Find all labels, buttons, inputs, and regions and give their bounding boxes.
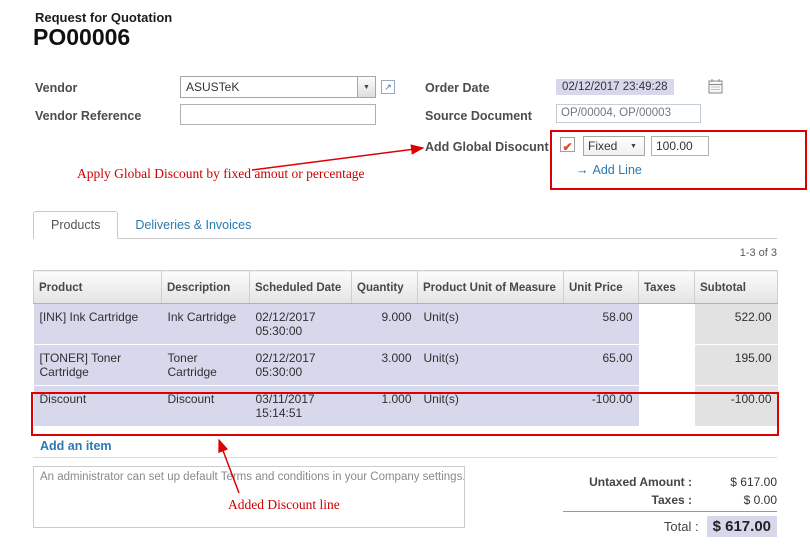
pager: 1-3 of 3 xyxy=(740,247,777,259)
discount-amount-input[interactable]: 100.00 xyxy=(651,136,709,156)
add-item-row: Add an item xyxy=(33,437,777,458)
add-line-label: Add Line xyxy=(593,163,642,177)
vendor-value: ASUSTeK xyxy=(181,77,357,97)
taxes-label: Taxes : xyxy=(560,493,692,507)
table-row[interactable]: [INK] Ink Cartridge Ink Cartridge 02/12/… xyxy=(34,304,778,345)
col-scheduled-date[interactable]: Scheduled Date xyxy=(250,271,352,304)
table-row[interactable]: [TONER] Toner Cartridge Toner Cartridge … xyxy=(34,345,778,386)
cell-description[interactable]: Ink Cartridge xyxy=(162,304,250,345)
source-document-label: Source Document xyxy=(425,109,532,123)
global-discount-label: Add Global Disocunt xyxy=(425,140,549,154)
cell-subtotal[interactable]: 522.00 xyxy=(695,304,778,345)
col-uom[interactable]: Product Unit of Measure xyxy=(418,271,564,304)
cell-taxes[interactable] xyxy=(639,304,695,345)
untaxed-amount-row: Untaxed Amount : $ 617.00 xyxy=(560,475,777,489)
add-an-item-link[interactable]: Add an item xyxy=(40,439,112,453)
cell-unit-price[interactable]: 58.00 xyxy=(564,304,639,345)
cell-taxes[interactable] xyxy=(639,345,695,386)
cell-scheduled-date[interactable]: 03/11/2017 15:14:51 xyxy=(250,386,352,427)
calendar-icon[interactable] xyxy=(708,78,723,99)
arrow-right-icon: → xyxy=(576,163,589,177)
chevron-down-icon[interactable]: ▼ xyxy=(357,77,375,97)
col-description[interactable]: Description xyxy=(162,271,250,304)
purchase-order-form: Request for Quotation PO00006 Vendor ASU… xyxy=(0,0,810,546)
source-document-input[interactable]: OP/00004, OP/00003 xyxy=(556,104,701,123)
tab-deliveries-invoices[interactable]: Deliveries & Invoices xyxy=(118,212,268,238)
discount-type-value: Fixed xyxy=(584,137,630,155)
annotation-arrow-discount-controls xyxy=(252,148,423,170)
add-line-link[interactable]: → Add Line xyxy=(576,163,642,177)
global-discount-checkbox[interactable]: ✔ xyxy=(560,137,575,152)
cell-subtotal[interactable]: -100.00 xyxy=(695,386,778,427)
totals-divider xyxy=(563,511,777,512)
order-lines-table: Product Description Scheduled Date Quant… xyxy=(33,270,778,427)
cell-product[interactable]: [INK] Ink Cartridge xyxy=(34,304,162,345)
col-product[interactable]: Product xyxy=(34,271,162,304)
discount-type-select[interactable]: Fixed ▼ xyxy=(583,136,645,156)
table-row-discount[interactable]: Discount Discount 03/11/2017 15:14:51 1.… xyxy=(34,386,778,427)
cell-uom[interactable]: Unit(s) xyxy=(418,304,564,345)
cell-quantity[interactable]: 3.000 xyxy=(352,345,418,386)
cell-quantity[interactable]: 1.000 xyxy=(352,386,418,427)
taxes-row: Taxes : $ 0.00 xyxy=(560,493,777,507)
cell-taxes[interactable] xyxy=(639,386,695,427)
cell-scheduled-date[interactable]: 02/12/2017 05:30:00 xyxy=(250,345,352,386)
cell-description[interactable]: Toner Cartridge xyxy=(162,345,250,386)
cell-uom[interactable]: Unit(s) xyxy=(418,345,564,386)
col-subtotal[interactable]: Subtotal xyxy=(695,271,778,304)
cell-quantity[interactable]: 9.000 xyxy=(352,304,418,345)
order-date-label: Order Date xyxy=(425,81,490,95)
vendor-reference-input[interactable] xyxy=(180,104,376,125)
document-type-label: Request for Quotation xyxy=(35,10,172,25)
terms-and-conditions-box[interactable]: An administrator can set up default Term… xyxy=(33,466,465,528)
external-link-icon[interactable]: ↗ xyxy=(381,80,395,94)
page-title: PO00006 xyxy=(33,24,130,51)
order-date-value[interactable]: 02/12/2017 23:49:28 xyxy=(556,79,674,95)
annotation-text-global-discount: Apply Global Discount by fixed amout or … xyxy=(77,166,365,182)
untaxed-amount-label: Untaxed Amount : xyxy=(560,475,692,489)
table-header-row: Product Description Scheduled Date Quant… xyxy=(34,271,778,304)
vendor-label: Vendor xyxy=(35,81,77,95)
taxes-value: $ 0.00 xyxy=(692,493,777,507)
cell-product[interactable]: Discount xyxy=(34,386,162,427)
cell-uom[interactable]: Unit(s) xyxy=(418,386,564,427)
chevron-down-icon: ▼ xyxy=(630,137,644,155)
col-unit-price[interactable]: Unit Price xyxy=(564,271,639,304)
col-taxes[interactable]: Taxes xyxy=(639,271,695,304)
cell-scheduled-date[interactable]: 02/12/2017 05:30:00 xyxy=(250,304,352,345)
cell-unit-price[interactable]: -100.00 xyxy=(564,386,639,427)
cell-description[interactable]: Discount xyxy=(162,386,250,427)
tab-products[interactable]: Products xyxy=(33,211,118,239)
checkbox-check-icon: ✔ xyxy=(562,140,572,154)
untaxed-amount-value: $ 617.00 xyxy=(692,475,777,489)
notebook-tabs: Products Deliveries & Invoices xyxy=(33,211,777,239)
cell-unit-price[interactable]: 65.00 xyxy=(564,345,639,386)
vendor-reference-label: Vendor Reference xyxy=(35,109,141,123)
vendor-select[interactable]: ASUSTeK ▼ xyxy=(180,76,376,98)
total-label: Total : xyxy=(560,519,699,534)
col-quantity[interactable]: Quantity xyxy=(352,271,418,304)
cell-subtotal[interactable]: 195.00 xyxy=(695,345,778,386)
total-row: Total : $ 617.00 xyxy=(560,516,777,537)
total-value: $ 617.00 xyxy=(707,516,777,537)
cell-product[interactable]: [TONER] Toner Cartridge xyxy=(34,345,162,386)
